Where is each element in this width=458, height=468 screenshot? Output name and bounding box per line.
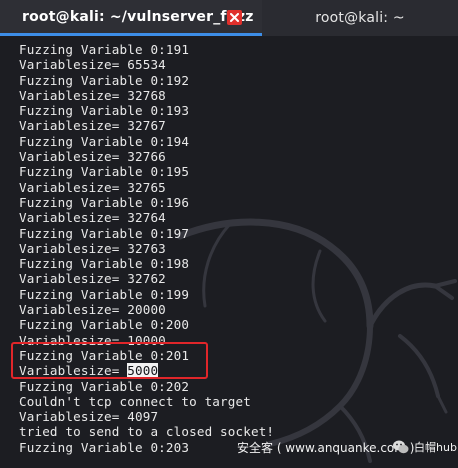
tab-title: root@kali: ~/vulnserver_fuzz <box>22 8 254 25</box>
watermark-text: 安全客 ( www.anquanke.com ) <box>237 441 415 455</box>
terminal-line: Couldn't tcp connect to target <box>19 393 251 409</box>
terminal-line: Fuzzing Variable 0:197 <box>19 225 190 241</box>
terminal-line: Variablesize= 32763 <box>19 240 166 256</box>
terminal-line: Variablesize= 32765 <box>19 179 166 195</box>
terminal-line: tried to send to a closed socket! <box>19 424 275 440</box>
terminal-line: Variablesize= 32764 <box>19 210 166 226</box>
tab-title: root@kali: ~ <box>315 10 405 26</box>
wechat-logo-icon <box>393 440 409 454</box>
terminal-line: Variablesize= 32766 <box>19 149 166 165</box>
tab-bar: root@kali: ~/vulnserver_fuzz root@kali: … <box>0 0 458 36</box>
terminal-line: Fuzzing Variable 0:202 <box>19 378 190 394</box>
highlight-box <box>11 342 208 379</box>
terminal-lines: Fuzzing Variable 0:191 Variablesize= 655… <box>19 42 274 455</box>
terminal-line: Fuzzing Variable 0:191 <box>19 42 190 57</box>
tab-root-home[interactable]: root@kali: ~ <box>262 0 458 36</box>
terminal-line: Variablesize= 4097 <box>19 409 159 425</box>
terminal-line: Fuzzing Variable 0:192 <box>19 72 190 88</box>
terminal-line: Fuzzing Variable 0:194 <box>19 133 190 149</box>
terminal-line: Fuzzing Variable 0:200 <box>19 317 190 333</box>
terminal-line: Fuzzing Variable 0:196 <box>19 194 190 210</box>
terminal-line: Fuzzing Variable 0:195 <box>19 164 190 180</box>
terminal-line: Fuzzing Variable 0:203 <box>19 439 190 455</box>
terminal-line: Fuzzing Variable 0:198 <box>19 256 190 272</box>
terminal-line: Variablesize= 32768 <box>19 87 166 103</box>
watermark-logo-text: 白帽hub <box>414 441 457 454</box>
terminal-line: Fuzzing Variable 0:193 <box>19 103 190 119</box>
terminal-output[interactable]: Fuzzing Variable 0:191 Variablesize= 655… <box>0 36 458 468</box>
terminal-line: Variablesize= 65534 <box>19 57 166 73</box>
terminal-line: Variablesize= 32762 <box>19 271 166 287</box>
tab-vulnserver-fuzz[interactable]: root@kali: ~/vulnserver_fuzz <box>0 0 262 36</box>
terminal-line: Variablesize= 20000 <box>19 302 166 318</box>
terminal-line: Variablesize= 32767 <box>19 118 166 134</box>
close-icon[interactable] <box>227 10 242 25</box>
terminal-line: Fuzzing Variable 0:199 <box>19 286 190 302</box>
